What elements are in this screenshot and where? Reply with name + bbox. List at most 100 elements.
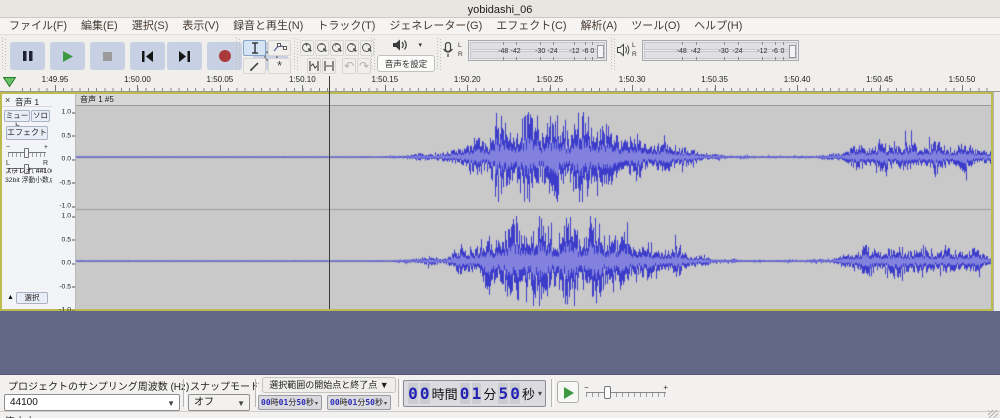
menu-item-8[interactable]: 解析(A) [574,18,625,34]
ruler-time-label: 1:50.15 [371,75,398,84]
skip-to-end-button[interactable] [167,42,202,70]
menu-item-3[interactable]: 表示(V) [175,18,226,34]
track-panel: × 音声 1 ▼ ミュート ソロ エフェクト − + L R ステレオ, 441… [0,92,993,311]
redo-button[interactable]: ↷ [357,58,371,74]
pan-left-label: L [6,160,10,168]
pause-button[interactable] [10,42,45,70]
fit-project-button[interactable]: ¬ [345,40,359,56]
menu-item-9[interactable]: ツール(O) [624,18,687,34]
chevron-down-icon: ▼ [167,396,175,411]
menu-item-7[interactable]: エフェクト(C) [489,18,573,34]
draw-tool-button[interactable] [243,58,266,74]
gain-slider-thumb[interactable] [24,148,29,158]
ruler-time-label: 1:50.00 [124,75,151,84]
meter-scale-label: -6 [772,47,778,56]
play-button[interactable] [50,42,85,70]
audio-setup-icon[interactable]: ▾ [392,38,422,53]
select-track-button[interactable]: 選択 [16,292,48,304]
toolbar-dock: * + − ⌐ ¬ · ↶ ↷ ▾ 音声を設定 LR -48-42-30-24-… [0,35,1000,74]
selection-end-field[interactable]: 00時01分50秒▾ [327,395,391,410]
playback-speed-slider[interactable]: − + [584,383,668,401]
ruler-time-label: 1:50.10 [289,75,316,84]
vertical-scrollbar[interactable] [993,92,1000,311]
selection-range-dropdown[interactable]: 選択範囲の開始点と終了点 ▼ [262,377,396,393]
microphone-icon [443,42,453,58]
ruler-ticks [22,85,993,91]
setup-grab-handle[interactable] [371,38,375,71]
pan-right-label: R [43,160,48,168]
selection-start-field[interactable]: 00時01分50秒▾ [258,395,322,410]
transport-grab-handle[interactable] [2,38,6,71]
close-track-icon[interactable]: × [5,95,10,105]
play-at-speed-button[interactable] [557,381,579,403]
speed-slider-thumb[interactable] [604,386,611,399]
silence-audio-button[interactable] [322,58,336,74]
skip-to-start-button[interactable] [130,42,165,70]
menu-item-6[interactable]: ジェネレーター(G) [382,18,489,34]
clip-indicator [789,45,796,58]
fit-selection-button[interactable]: ⌐ [330,40,344,56]
meter-scale-label: -42 [691,47,701,56]
playback-cursor [329,76,330,309]
menu-item-5[interactable]: トラック(T) [310,18,382,34]
effects-button[interactable]: エフェクト [6,126,48,140]
menu-item-2[interactable]: 選択(S) [125,18,176,34]
expand-track-icon[interactable]: ▲ [7,294,14,301]
ruler-time-label: 1:49.95 [42,75,69,84]
speaker-icon [617,43,630,57]
waveform-canvas[interactable] [76,106,991,309]
pinned-play-head-icon[interactable] [3,77,16,87]
meter-scale-label: 0 [781,47,785,56]
recording-meter-grab-handle[interactable] [437,38,441,71]
time-digit[interactable]: 0 [460,383,470,404]
undo-button[interactable]: ↶ [342,58,356,74]
time-digit[interactable]: 0 [510,383,520,404]
vruler-label-ch2: -0.5 [59,283,71,290]
chevron-down-icon[interactable]: ▾ [384,401,387,407]
ruler-time-label: 1:50.20 [454,75,481,84]
playback-meter[interactable]: LR -48-42-30-24-12-60 [617,40,799,61]
project-rate-combo[interactable]: 44100 ▼ [4,394,180,411]
time-digit[interactable]: 1 [472,383,482,404]
audio-setup-button[interactable]: 音声を設定 [377,55,435,72]
recording-meter[interactable]: LR -48-42-30-24-12-60 [443,40,607,61]
trim-audio-button[interactable] [307,58,321,74]
audio-clip[interactable]: 音声 1 #5 [76,94,991,309]
ruler-time-label: 1:50.30 [619,75,646,84]
chevron-down-icon: ▾ [418,41,422,49]
meter-scale-label: -30 [535,47,545,56]
zoom-in-button[interactable]: + [300,40,314,56]
snap-mode-combo[interactable]: オフ ▼ [188,394,250,411]
resize-grip[interactable] [988,410,998,418]
solo-button[interactable]: ソロ [31,110,50,122]
time-digit[interactable]: 0 [408,383,418,404]
multi-tool-button[interactable]: * [268,58,291,74]
selection-tool-button[interactable] [243,40,266,56]
playback-meter-scale: -48-42-30-24-12-60 [642,40,799,61]
menu-item-4[interactable]: 録音と再生(N) [226,18,310,34]
ruler-time-label: 1:50.35 [701,75,728,84]
menu-item-10[interactable]: ヘルプ(H) [687,18,749,34]
meter-scale-label: 0 [590,47,594,56]
gain-slider[interactable]: − + [6,144,48,158]
stop-button[interactable] [90,42,125,70]
chevron-down-icon[interactable]: ▾ [315,401,318,407]
timeline-ruler[interactable]: 1:49.951:50.001:50.051:50.101:50.151:50.… [0,74,1000,92]
tools-grab-handle[interactable] [236,38,240,71]
playback-meter-grab-handle[interactable] [611,38,615,71]
menu-item-1[interactable]: 編集(E) [74,18,125,34]
track-name[interactable]: 音声 1 [15,96,39,108]
time-digit[interactable]: 5 [498,383,508,404]
clip-title-bar[interactable]: 音声 1 #5 [76,94,991,106]
window-title: yobidashi_06 [468,4,533,16]
menu-item-0[interactable]: ファイル(F) [2,18,74,34]
zoom-out-button[interactable]: − [315,40,329,56]
time-unit-label: 時間 [431,384,459,403]
envelope-tool-button[interactable] [268,40,291,56]
meter-scale-label: -24 [548,47,558,56]
edit-grab-handle[interactable] [294,38,298,71]
mute-button[interactable]: ミュート [4,110,30,122]
time-digit[interactable]: 0 [420,383,430,404]
chevron-down-icon[interactable]: ▾ [538,389,542,398]
audio-position-display[interactable]: 00時間01分50秒▾ [403,380,546,407]
